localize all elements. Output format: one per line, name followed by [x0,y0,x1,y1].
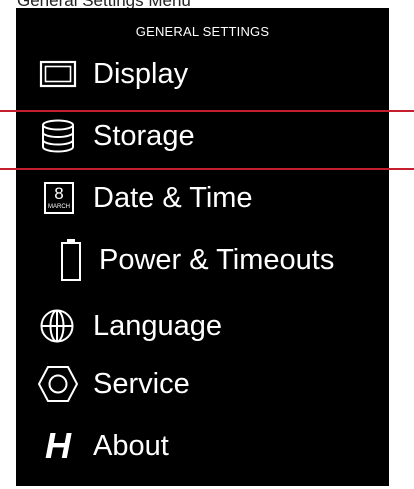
menu-item-display[interactable]: Display [16,46,389,102]
battery-icon [60,232,82,288]
storage-icon [40,108,76,164]
selection-bottom-line [0,168,414,170]
calendar-month: MARCH [48,204,70,210]
menu-item-power-timeouts[interactable]: Power & Timeouts [16,232,389,288]
menu-item-label: Language [93,310,223,342]
display-icon [39,46,77,102]
menu-item-label: Storage [93,120,195,152]
selection-top-line [0,110,414,112]
menu-item-label: Display [93,58,189,90]
menu-item-label: Date & Time [93,182,253,214]
calendar-day: 8 [54,184,64,203]
menu-item-about[interactable]: H About [16,418,389,474]
menu-item-storage[interactable]: Storage [16,108,389,164]
globe-icon [39,298,75,354]
menu-item-language[interactable]: Language [16,298,389,354]
menu-item-label: About [93,430,169,462]
menu-item-label: Service [93,368,190,400]
menu-title: GENERAL SETTINGS [135,24,270,39]
general-settings-menu: GENERAL SETTINGS Display Storage 8 MARCH… [16,8,389,486]
menu-item-service[interactable]: Service [16,356,389,412]
menu-item-date-time[interactable]: 8 MARCH Date & Time [16,170,389,226]
hasselblad-h-icon: H [45,425,71,466]
calendar-icon: 8 MARCH [42,170,76,226]
menu-item-label: Power & Timeouts [99,244,335,276]
hex-nut-icon [37,356,79,412]
